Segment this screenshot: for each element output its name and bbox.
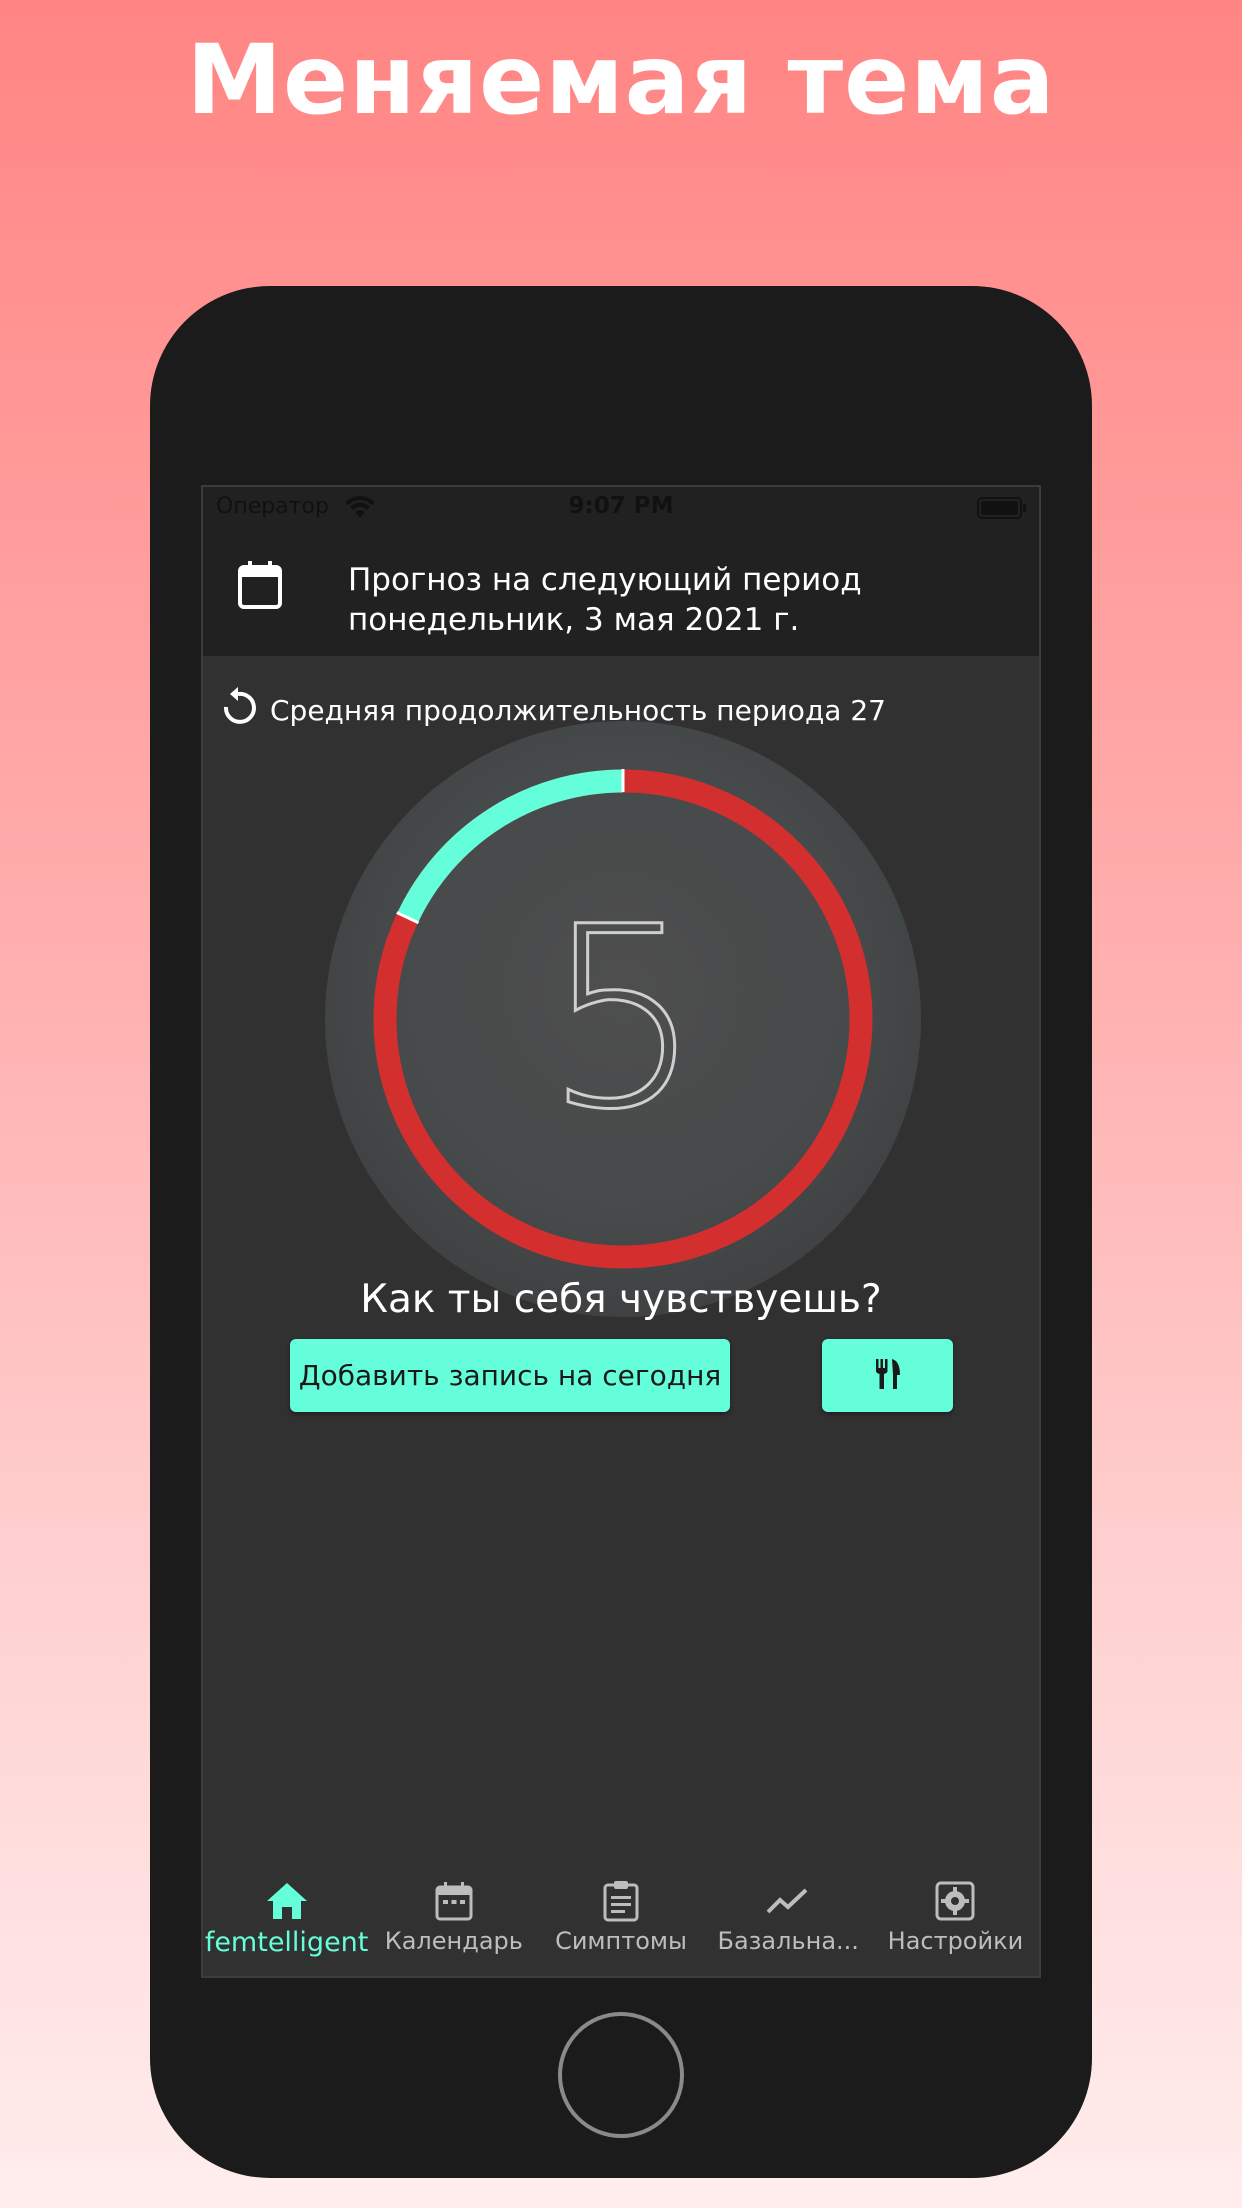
app-screen: Оператор 9:07 PM Прогноз на следующий пе…	[201, 485, 1041, 1978]
device-home-button[interactable]	[558, 2012, 684, 2138]
tab-symptoms-label: Симптомы	[555, 1927, 687, 1955]
clipboard-icon	[601, 1875, 641, 1927]
ring-day-number: 5	[542, 872, 704, 1166]
cycle-ring[interactable]: 5	[323, 719, 923, 1319]
food-button[interactable]	[822, 1339, 953, 1412]
forecast-header: Прогноз на следующий период понедельник,…	[203, 531, 1039, 656]
fork-knife-icon	[873, 1357, 903, 1395]
forecast-date: понедельник, 3 мая 2021 г.	[348, 602, 800, 638]
tab-bar: femtelligent Календарь Симптомы Базальна…	[203, 1875, 1039, 1976]
tab-basal-label: Базальна...	[717, 1927, 859, 1955]
history-icon	[218, 687, 258, 733]
status-bar: Оператор 9:07 PM	[203, 487, 1039, 531]
feeling-question: Как ты себя чувствуешь?	[360, 1277, 882, 1322]
tab-calendar-label: Календарь	[384, 1927, 523, 1955]
status-time: 9:07 PM	[568, 493, 674, 519]
add-today-entry-button[interactable]: Добавить запись на сегодня	[290, 1339, 730, 1412]
tab-settings[interactable]: Настройки	[872, 1875, 1039, 1976]
calendar-icon	[434, 1875, 474, 1927]
settings-icon	[935, 1875, 975, 1927]
average-period-row: Средняя продолжительность периода 27	[218, 687, 886, 733]
tab-home-label: femtelligent	[204, 1927, 369, 1958]
headline: Меняемая тема	[186, 24, 1056, 136]
tab-calendar[interactable]: Календарь	[370, 1875, 537, 1976]
tab-settings-label: Настройки	[887, 1927, 1024, 1955]
tab-home[interactable]: femtelligent	[203, 1875, 370, 1976]
trend-chart-icon	[766, 1875, 810, 1927]
average-period-text: Средняя продолжительность периода 27	[270, 693, 886, 727]
tab-basal[interactable]: Базальна...	[705, 1875, 872, 1976]
tab-symptoms[interactable]: Симптомы	[537, 1875, 704, 1976]
home-icon	[265, 1875, 309, 1927]
forecast-title: Прогноз на следующий период	[348, 562, 862, 598]
battery-icon	[977, 497, 1027, 523]
calendar-icon[interactable]	[236, 559, 284, 615]
